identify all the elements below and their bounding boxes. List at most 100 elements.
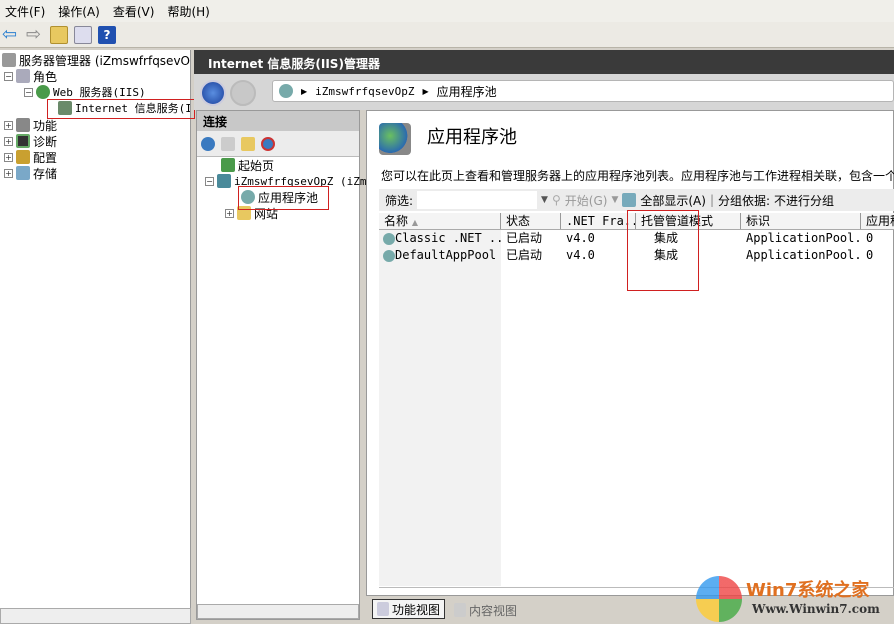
column-header-status[interactable]: 状态 xyxy=(501,213,561,229)
collapse-icon[interactable]: − xyxy=(24,87,33,97)
connections-scrollbar[interactable] xyxy=(197,604,359,619)
cell-name: DefaultAppPool xyxy=(379,247,501,263)
roles-icon xyxy=(16,69,30,83)
tree-item-label: 起始页 xyxy=(238,158,275,173)
dropdown-icon[interactable]: ▼ xyxy=(541,195,548,205)
tree-item-diagnostics[interactable]: + 诊断 xyxy=(4,133,57,149)
content-view-label: 内容视图 xyxy=(469,603,518,618)
cell-name: Classic .NET ... xyxy=(379,230,501,246)
expand-icon[interactable]: + xyxy=(4,152,13,162)
config-icon xyxy=(16,150,30,164)
breadcrumb-server[interactable]: iZmswfrfqsevOpZ xyxy=(315,85,414,98)
diagnostics-icon xyxy=(16,134,30,148)
tree-item-label: 存储 xyxy=(33,166,58,181)
show-all-button[interactable]: 全部显示(A) xyxy=(640,192,706,209)
forward-button[interactable] xyxy=(230,80,256,106)
tree-item-web-server[interactable]: − Web 服务器(IIS) xyxy=(24,84,146,100)
page-title: 应用程序池 xyxy=(427,127,517,148)
watermark-brand: Win7系统之家 xyxy=(746,580,870,601)
sort-asc-icon: ▲ xyxy=(411,218,418,227)
expand-icon[interactable]: + xyxy=(225,208,234,218)
content-view-tab[interactable]: 内容视图 xyxy=(450,600,521,620)
tree-item-label: 配置 xyxy=(33,150,58,165)
menu-file[interactable]: 文件(F) xyxy=(5,3,45,20)
group-by-label: 分组依据: xyxy=(717,193,771,208)
cell-apps: 0 xyxy=(866,231,874,245)
up-folder-icon[interactable] xyxy=(50,25,68,44)
collapse-icon[interactable]: − xyxy=(205,176,214,186)
cell-net: v4.0 xyxy=(566,231,595,245)
back-button[interactable] xyxy=(200,80,226,106)
tree-item-label: 功能 xyxy=(33,118,58,133)
tree-item-label: 诊断 xyxy=(33,134,58,149)
cell-net: v4.0 xyxy=(566,248,595,262)
dropdown-icon[interactable]: ▼ xyxy=(611,195,618,205)
server-manager-tree: 服务器管理器 (iZmswfrfqsevOp − 角色 − Web 服务器(IIS)… xyxy=(0,50,191,608)
disconnect-icon[interactable] xyxy=(261,136,275,151)
page-description: 您可以在此页上查看和管理服务器上的应用程序池列表。应用程序池与工作进程相关联，包… xyxy=(381,169,894,183)
expand-icon[interactable]: + xyxy=(4,120,13,130)
content-view-icon xyxy=(454,603,466,617)
app-pools-page-icon xyxy=(379,123,411,155)
column-header-apps[interactable]: 应用程 xyxy=(861,213,894,229)
app-pool-icon xyxy=(383,232,395,245)
column-header-identity[interactable]: 标识 xyxy=(741,213,861,229)
expand-icon[interactable]: + xyxy=(4,136,13,146)
help-icon[interactable]: ? xyxy=(98,25,116,44)
show-hide-tree-icon[interactable] xyxy=(74,25,92,44)
menu-help[interactable]: 帮助(H) xyxy=(167,3,209,20)
globe-server-icon xyxy=(36,85,50,99)
column-header-net[interactable]: .NET Fra... xyxy=(561,213,636,229)
tree-item-roles[interactable]: − 角色 xyxy=(4,68,57,84)
expand-icon[interactable]: + xyxy=(4,168,13,178)
breadcrumb-app-pools[interactable]: 应用程序池 xyxy=(437,83,497,100)
column-header-label: 名称 xyxy=(384,214,409,228)
highlight-box xyxy=(627,210,699,291)
filter-label: 筛选: xyxy=(385,193,414,208)
conn-item-start-page[interactable]: 起始页 xyxy=(221,157,274,173)
cell-name-label: DefaultAppPool xyxy=(395,248,497,262)
server-globe-icon xyxy=(217,174,231,188)
highlight-box xyxy=(47,99,195,119)
tree-item-label: 角色 xyxy=(33,69,58,84)
filter-input[interactable] xyxy=(417,191,538,209)
highlight-box xyxy=(238,186,329,210)
binoculars-icon: ⚲ xyxy=(551,193,561,207)
group-by-select[interactable]: 不进行分组 xyxy=(774,192,834,209)
menu-view[interactable]: 查看(V) xyxy=(113,3,155,20)
start-page-icon xyxy=(221,158,235,172)
toolbar: ⇦ ⇨ ? xyxy=(0,22,894,48)
connections-title: 连接 xyxy=(197,111,359,131)
forward-arrow-icon[interactable]: ⇨ xyxy=(26,25,44,44)
features-view-tab[interactable]: 功能视图 xyxy=(372,599,446,619)
watermark-url: Www.Winwin7.com xyxy=(752,602,880,616)
tree-item-features[interactable]: + 功能 xyxy=(4,117,57,133)
save-icon[interactable] xyxy=(221,136,235,151)
menu-action[interactable]: 操作(A) xyxy=(58,3,100,20)
watermark: Win7系统之家 Www.Winwin7.com xyxy=(694,574,894,624)
cell-apps: 0 xyxy=(866,248,874,262)
app-pool-icon xyxy=(279,84,293,98)
server-icon xyxy=(2,53,16,67)
connect-globe-icon[interactable] xyxy=(201,136,215,151)
address-bar[interactable]: ▶ iZmswfrfqsevOpZ ▶ 应用程序池 xyxy=(272,80,894,102)
start-filter-button[interactable]: 开始(G) xyxy=(565,192,608,209)
collapse-icon[interactable]: − xyxy=(4,71,13,81)
show-all-icon xyxy=(622,193,637,207)
menu-bar: 文件(F) 操作(A) 查看(V) 帮助(H) xyxy=(0,0,894,22)
left-tree-scrollbar[interactable] xyxy=(0,608,191,624)
storage-icon xyxy=(16,166,30,180)
iis-title-bar: Internet 信息服务(IIS)管理器 xyxy=(194,50,894,74)
up-folder-icon[interactable] xyxy=(241,136,255,151)
column-header-name[interactable]: 名称 ▲ xyxy=(379,213,501,229)
tree-item-server-manager[interactable]: 服务器管理器 (iZmswfrfqsevOp xyxy=(2,52,191,68)
cell-status: 已启动 xyxy=(506,231,543,245)
back-arrow-icon[interactable]: ⇦ xyxy=(2,25,20,44)
windows-logo-icon xyxy=(696,576,742,622)
tree-item-storage[interactable]: + 存储 xyxy=(4,165,57,181)
connections-toolbar xyxy=(197,131,359,157)
tree-item-label: 服务器管理器 (iZmswfrfqsevOp xyxy=(19,53,191,68)
breadcrumb-separator-icon: ▶ xyxy=(422,86,429,96)
tree-item-config[interactable]: + 配置 xyxy=(4,149,57,165)
features-view-icon xyxy=(377,602,389,616)
